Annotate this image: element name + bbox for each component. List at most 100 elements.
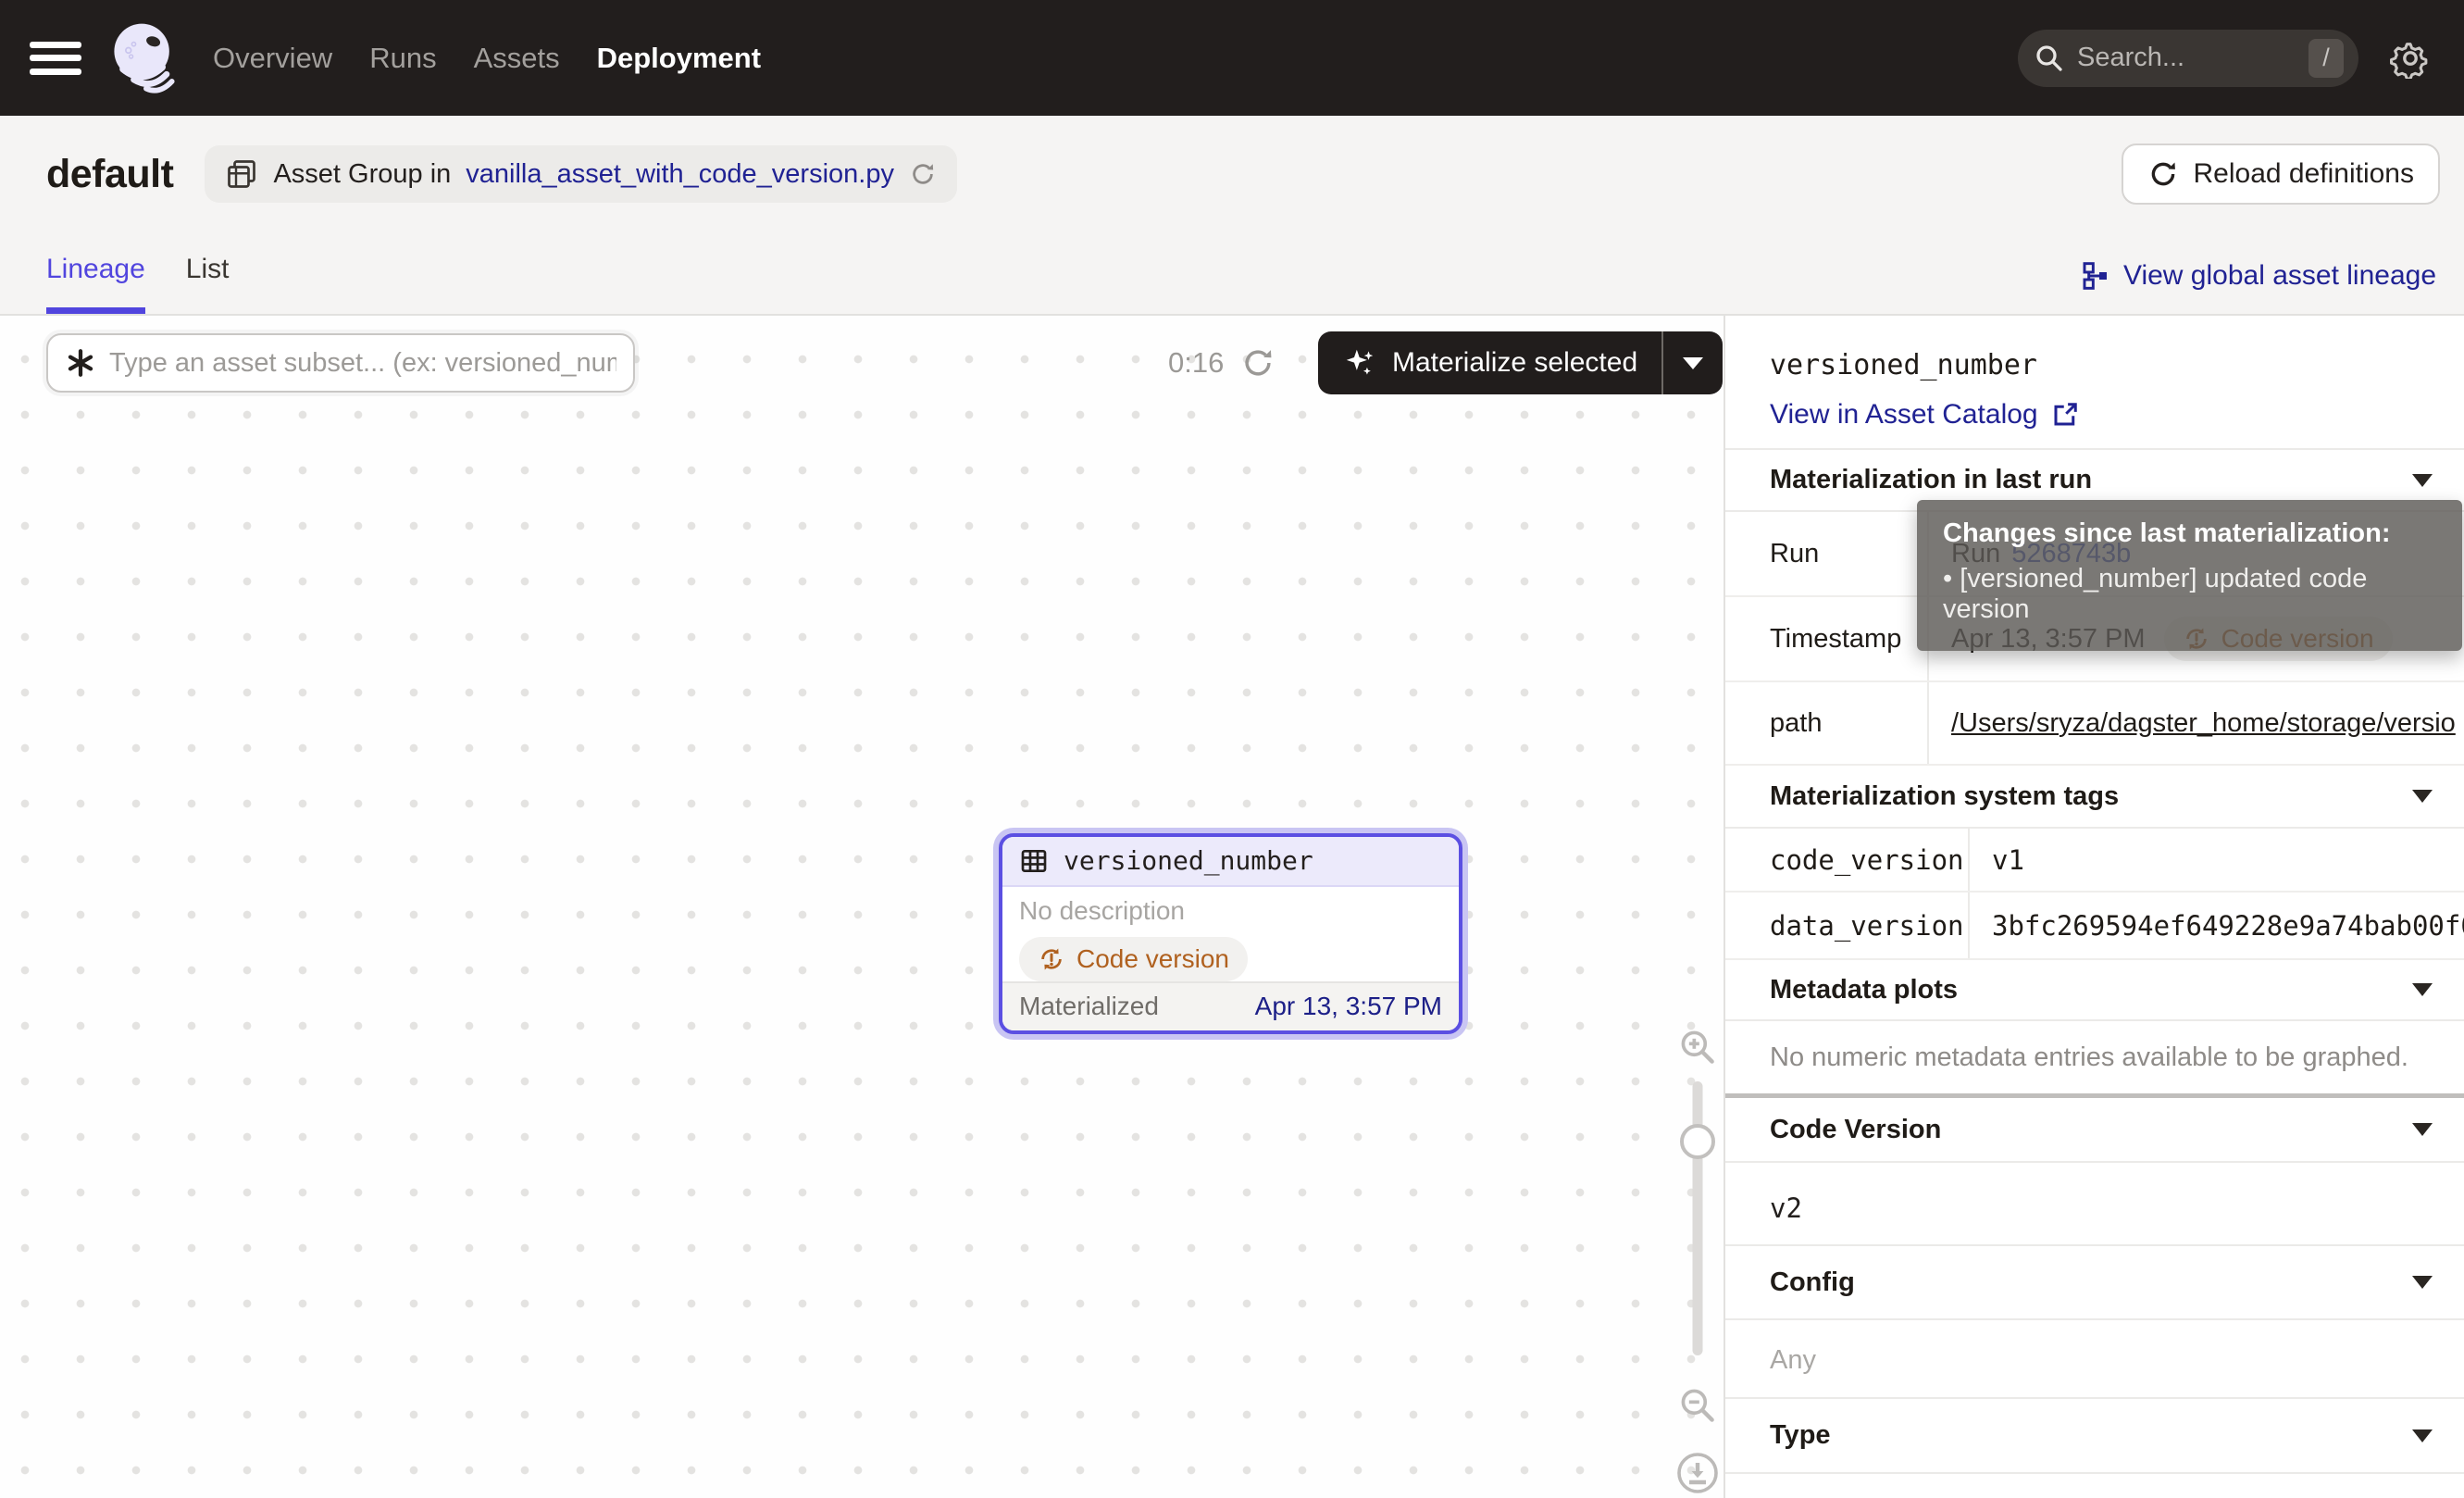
nav-item-overview[interactable]: Overview [213, 42, 332, 75]
materialize-selected-button-group: Materialize selected [1318, 331, 1723, 394]
lineage-canvas[interactable]: 0:16 Materialize selected [0, 316, 1724, 1498]
tab-list[interactable]: List [186, 254, 230, 314]
chevron-down-icon [1683, 357, 1703, 369]
asset-node-footer: Materialized Apr 13, 3:57 PM [1002, 981, 1459, 1030]
top-navbar: Overview Runs Assets Deployment / [0, 0, 2464, 116]
materialized-status-label: Materialized [1019, 992, 1159, 1021]
sparkle-icon [1342, 345, 1377, 381]
chevron-down-icon [2412, 1429, 2433, 1442]
materialize-selected-label: Materialize selected [1392, 347, 1637, 379]
external-link-icon [2051, 401, 2079, 429]
asset-node-header: versioned_number [1002, 837, 1459, 887]
settings-button[interactable] [2386, 34, 2434, 82]
tooltip-title: Changes since last materialization: [1943, 518, 2436, 549]
dagster-app: Overview Runs Assets Deployment / defaul… [0, 0, 2464, 1498]
sidebar-asset-name: versioned_number [1770, 349, 2037, 381]
section-label: Code Version [1770, 1115, 1941, 1145]
section-metadata-plots[interactable]: Metadata plots [1725, 960, 2464, 1021]
zoom-slider-track[interactable] [1693, 1081, 1703, 1355]
path-row: path /Users/sryza/dagster_home/storage/v… [1725, 682, 2464, 766]
materialize-options-dropdown[interactable] [1663, 331, 1723, 394]
data-version-tag-row: data_version 3bfc269594ef649228e9a74bab0… [1725, 893, 2464, 960]
section-config[interactable]: Config [1725, 1246, 2464, 1320]
data-version-tag-value: 3bfc269594ef649228e9a74bab00f04 [1970, 893, 2464, 958]
code-version-tag-label: code_version [1725, 829, 1970, 891]
asset-node-name: versioned_number [1064, 845, 1313, 876]
gear-icon [2390, 38, 2431, 79]
zoom-slider-thumb[interactable] [1680, 1124, 1715, 1159]
asset-group-badge: Asset Group in vanilla_asset_with_code_v… [205, 145, 957, 203]
chevron-down-icon [2412, 1123, 2433, 1136]
reload-definitions-button[interactable]: Reload definitions [2122, 144, 2441, 205]
path-value-link[interactable]: /Users/sryza/dagster_home/storage/versio [1951, 708, 2456, 739]
asset-group-file-link[interactable]: vanilla_asset_with_code_version.py [466, 159, 894, 190]
refresh-timer: 0:16 [1168, 333, 1276, 393]
search-shortcut-key: / [2308, 39, 2344, 78]
run-row-label: Run [1725, 512, 1929, 595]
asset-subset-filter[interactable] [46, 333, 635, 393]
view-in-asset-catalog-link[interactable]: View in Asset Catalog [1770, 399, 2079, 431]
config-value: Any [1770, 1345, 1816, 1376]
lineage-graph-icon [2081, 261, 2110, 291]
nav-item-runs[interactable]: Runs [369, 42, 436, 75]
reload-definitions-label: Reload definitions [2194, 158, 2415, 190]
op-selector-icon [65, 347, 96, 379]
table-icon [1019, 846, 1049, 876]
search-icon [2033, 42, 2066, 75]
code-version-tag-value: v1 [1970, 829, 2464, 891]
page-title: default [46, 152, 173, 197]
section-type[interactable]: Type [1725, 1399, 2464, 1474]
changes-since-materialization-tooltip: Changes since last materialization: • [v… [1917, 500, 2462, 651]
timestamp-row-label: Timestamp [1725, 597, 1929, 680]
chevron-down-icon [2412, 474, 2433, 487]
view-tabs: Lineage List [46, 254, 229, 314]
code-version-changed-icon [1038, 945, 1065, 973]
search-input[interactable] [2077, 43, 2308, 73]
asset-node-description: No description [1019, 896, 1442, 926]
materialized-timestamp-link[interactable]: Apr 13, 3:57 PM [1255, 992, 1442, 1021]
asset-subset-input[interactable] [109, 348, 616, 379]
code-version-changed-badge: Code version [1019, 937, 1248, 981]
reload-icon [2147, 158, 2179, 190]
zoom-controls [1672, 1027, 1724, 1498]
section-code-version[interactable]: Code Version [1725, 1098, 2464, 1163]
section-materialization-system-tags[interactable]: Materialization system tags [1725, 766, 2464, 829]
metadata-plots-empty-text: No numeric metadata entries available to… [1770, 1042, 2408, 1073]
asset-node-versioned-number[interactable]: versioned_number No description C [999, 833, 1462, 1034]
view-global-asset-lineage-label: View global asset lineage [2123, 260, 2436, 292]
refresh-icon[interactable] [1240, 345, 1276, 381]
view-global-asset-lineage-link[interactable]: View global asset lineage [2081, 260, 2436, 292]
code-version-tag-row: code_version v1 [1725, 829, 2464, 893]
section-label: Metadata plots [1770, 975, 1958, 1005]
dagster-logo[interactable] [102, 12, 187, 105]
chevron-down-icon [2412, 1276, 2433, 1289]
nav-item-deployment[interactable]: Deployment [597, 42, 761, 75]
path-row-label: path [1725, 682, 1929, 764]
refresh-group-icon[interactable] [909, 160, 937, 188]
section-label: Materialization in last run [1770, 465, 2092, 495]
nav-item-assets[interactable]: Assets [474, 42, 560, 75]
zoom-in-icon[interactable] [1677, 1027, 1718, 1067]
tab-lineage[interactable]: Lineage [46, 254, 145, 314]
download-image-icon[interactable] [1675, 1451, 1720, 1495]
materialize-selected-button[interactable]: Materialize selected [1318, 331, 1661, 394]
nav-menu: Overview Runs Assets Deployment [213, 42, 761, 75]
asset-detail-sidebar: versioned_number View in Asset Catalog M… [1724, 316, 2464, 1498]
zoom-out-icon[interactable] [1677, 1385, 1718, 1426]
refresh-countdown: 0:16 [1168, 346, 1224, 380]
section-label: Type [1770, 1420, 1831, 1451]
code-version-value: v2 [1770, 1192, 1802, 1224]
asset-group-badge-text: Asset Group in [273, 159, 451, 190]
chevron-down-icon [2412, 790, 2433, 803]
view-in-asset-catalog-label: View in Asset Catalog [1770, 399, 2038, 431]
code-version-badge-label: Code version [1076, 944, 1229, 974]
hamburger-menu-icon[interactable] [30, 36, 81, 81]
section-label: Config [1770, 1267, 1855, 1298]
chevron-down-icon [2412, 983, 2433, 996]
global-search[interactable]: / [2018, 30, 2358, 87]
asset-group-icon [225, 157, 258, 191]
data-version-tag-label: data_version [1725, 893, 1970, 958]
asset-node-body: No description Code version [1002, 887, 1459, 981]
page-header: default Asset Group in vanilla_asset_wit… [0, 116, 2464, 316]
section-label: Materialization system tags [1770, 781, 2119, 812]
